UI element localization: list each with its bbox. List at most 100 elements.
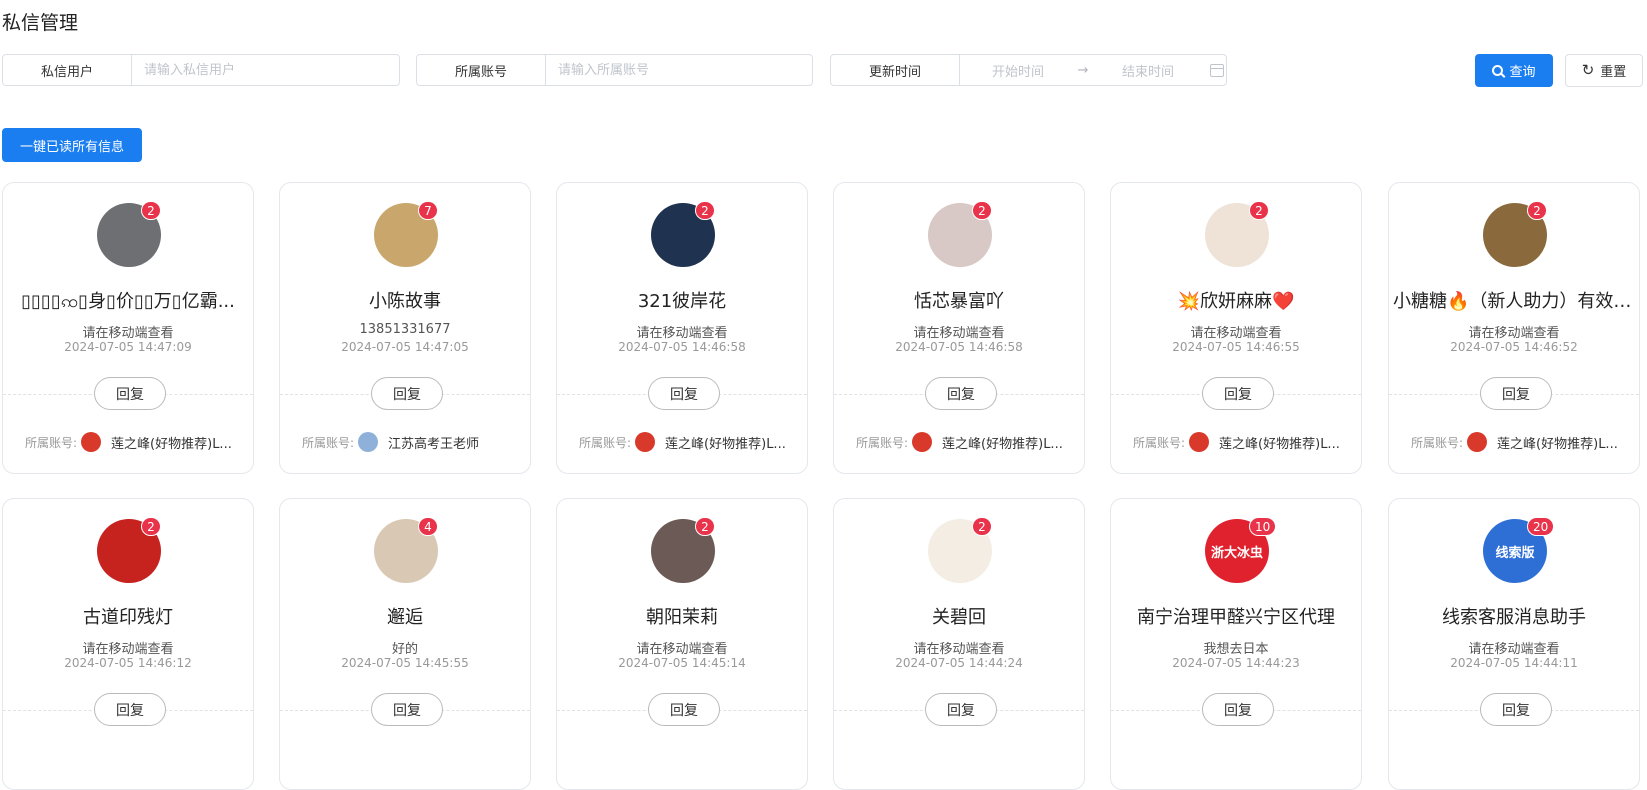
message-time: 2024-07-05 14:46:58 <box>895 340 1023 354</box>
user-name: 邂逅 <box>387 607 423 628</box>
message-card: 2 恬芯暴富吖 请在移动端查看 2024-07-05 14:46:58 回复 所属账号: 莲… <box>833 182 1085 474</box>
avatar-container: 2 <box>1483 201 1547 267</box>
reply-button[interactable]: 回复 <box>648 377 720 410</box>
account-avatar <box>1189 432 1210 452</box>
last-message: 好的 <box>391 642 418 657</box>
avatar-text: 线索版 <box>1495 545 1535 561</box>
avatar-container: 7 <box>374 201 438 267</box>
message-card: 浙大冰虫 10 南宁治理甲醛兴宁区代理我想去日本 2024-07-05 14:44:2… <box>1110 498 1362 790</box>
unread-badge: 2 <box>972 201 992 220</box>
user-search-input[interactable] <box>132 55 399 85</box>
message-time: 2024-07-05 14:45:14 <box>618 656 746 670</box>
message-time: 2024-07-05 14:44:23 <box>1172 656 1300 670</box>
reply-button[interactable]: 回复 <box>371 377 443 410</box>
date-range-picker[interactable]: 开始时间 → 结束时间 <box>960 55 1226 85</box>
account-label: 所属账号: <box>302 435 355 450</box>
message-card: 2 ▯▯▯▯ꩡ▯身▯价▯▯万▯亿霸... 请在移动端查看 2024-07-05 14:… <box>2 182 254 474</box>
range-arrow-icon: → <box>1077 62 1089 78</box>
last-message: 请在移动端查看 <box>1190 326 1282 341</box>
page-title: 私信管理 <box>2 12 79 34</box>
unread-badge: 2 <box>695 201 715 220</box>
unread-badge: 7 <box>418 201 438 220</box>
reply-button[interactable]: 回复 <box>648 693 720 726</box>
unread-badge: 2 <box>972 517 992 536</box>
reset-button[interactable]: ↻ 重置 <box>1565 54 1643 87</box>
reply-button[interactable]: 回复 <box>94 693 166 726</box>
message-card: 2 朝阳茉莉请在移动端查看 2024-07-05 14:45:14 回复 <box>556 498 808 790</box>
account-label: 所属账号: <box>1133 435 1186 450</box>
account-name: 莲之峰(好物推荐)L... <box>1219 436 1340 452</box>
reply-button[interactable]: 回复 <box>1480 377 1552 410</box>
last-message: 请在移动端查看 <box>1468 642 1560 657</box>
reply-button[interactable]: 回复 <box>1480 693 1552 726</box>
user-name: 💥欣妍麻麻❤️ <box>1177 291 1295 312</box>
account-row: 所属账号: 莲之峰(好物推荐)L... <box>569 432 799 452</box>
user-name: ▯▯▯▯ꩡ▯身▯价▯▯万▯亿霸... <box>21 291 235 312</box>
query-button[interactable]: 查询 <box>1475 54 1553 87</box>
account-name: 莲之峰(好物推荐)L... <box>665 436 786 452</box>
user-name: 古道印残灯 <box>83 607 173 628</box>
reply-button[interactable]: 回复 <box>94 377 166 410</box>
calendar-icon[interactable] <box>1210 63 1224 77</box>
account-name: 江苏高考王老师 <box>388 436 480 452</box>
unread-badge: 20 <box>1527 517 1555 536</box>
user-name: 线索客服消息助手 <box>1442 607 1586 628</box>
message-time: 2024-07-05 14:45:55 <box>341 656 469 670</box>
account-row: 所属账号: 莲之峰(好物推荐)L... <box>1123 432 1353 452</box>
last-message: 请在移动端查看 <box>82 326 174 341</box>
avatar-container: 2 <box>651 201 715 267</box>
message-card: 2 关碧回 请在移动端查看 2024-07-05 14:44:24 回复 <box>833 498 1085 790</box>
unread-badge: 2 <box>141 517 161 536</box>
avatar-container: 4 <box>374 517 438 583</box>
account-name: 莲之峰(好物推荐)L... <box>111 436 232 452</box>
last-message: 请在移动端查看 <box>636 326 728 341</box>
query-button-label: 查询 <box>1509 65 1536 80</box>
last-message: 请在移动端查看 <box>636 642 728 657</box>
avatar-container: 浙大冰虫 10 <box>1205 517 1277 583</box>
time-filter-label: 更新时间 <box>831 55 960 85</box>
unread-badge: 4 <box>418 517 438 536</box>
unread-badge: 2 <box>695 517 715 536</box>
message-card: 线索版 20 线索客服消息助手请在移动端查看 2024-07-05 14:44:11 回… <box>1388 498 1640 790</box>
avatar-container: 2 <box>97 201 161 267</box>
reply-button[interactable]: 回复 <box>925 693 997 726</box>
account-avatar <box>81 432 102 452</box>
user-name: 朝阳茉莉 <box>646 607 718 628</box>
time-filter: 更新时间 开始时间 → 结束时间 <box>830 54 1227 86</box>
account-label: 所属账号: <box>856 435 909 450</box>
unread-badge: 2 <box>1527 201 1547 220</box>
last-message: 请在移动端查看 <box>913 642 1005 657</box>
account-avatar <box>1467 432 1488 452</box>
message-time: 2024-07-05 14:46:58 <box>618 340 746 354</box>
last-message: 我想去日本 <box>1203 642 1269 657</box>
reply-button[interactable]: 回复 <box>1202 693 1274 726</box>
message-time: 2024-07-05 14:44:11 <box>1450 656 1578 670</box>
message-time: 2024-07-05 14:47:05 <box>341 340 469 354</box>
user-filter: 私信用户 <box>2 54 400 86</box>
read-all-button[interactable]: 一键已读所有信息 <box>2 128 142 162</box>
user-name: 小糖糖🔥（新人助力）有效粉... <box>1393 291 1635 312</box>
start-time-input[interactable]: 开始时间 <box>960 61 1076 80</box>
avatar-container: 2 <box>928 201 992 267</box>
end-time-input[interactable]: 结束时间 <box>1090 61 1206 80</box>
reply-button[interactable]: 回复 <box>1202 377 1274 410</box>
unread-badge: 2 <box>141 201 161 220</box>
account-search-input[interactable] <box>546 55 812 85</box>
last-message: 请在移动端查看 <box>913 326 1005 341</box>
last-message: 请在移动端查看 <box>82 642 174 657</box>
unread-badge: 2 <box>1249 201 1269 220</box>
reply-button[interactable]: 回复 <box>371 693 443 726</box>
message-time: 2024-07-05 14:44:24 <box>895 656 1023 670</box>
last-message: 13851331677 <box>359 322 451 337</box>
avatar-container: 线索版 20 <box>1483 517 1555 583</box>
reply-button[interactable]: 回复 <box>925 377 997 410</box>
message-card: 7 小陈故事 13851331677 2024-07-05 14:47:05 回复 所属账… <box>279 182 531 474</box>
account-avatar <box>912 432 933 452</box>
refresh-icon: ↻ <box>1581 61 1595 79</box>
avatar-container: 2 <box>651 517 715 583</box>
avatar-container: 2 <box>97 517 161 583</box>
account-label: 所属账号: <box>25 435 78 450</box>
account-label: 所属账号: <box>579 435 632 450</box>
user-name: 南宁治理甲醛兴宁区代理 <box>1137 607 1335 628</box>
search-icon <box>1492 65 1504 76</box>
